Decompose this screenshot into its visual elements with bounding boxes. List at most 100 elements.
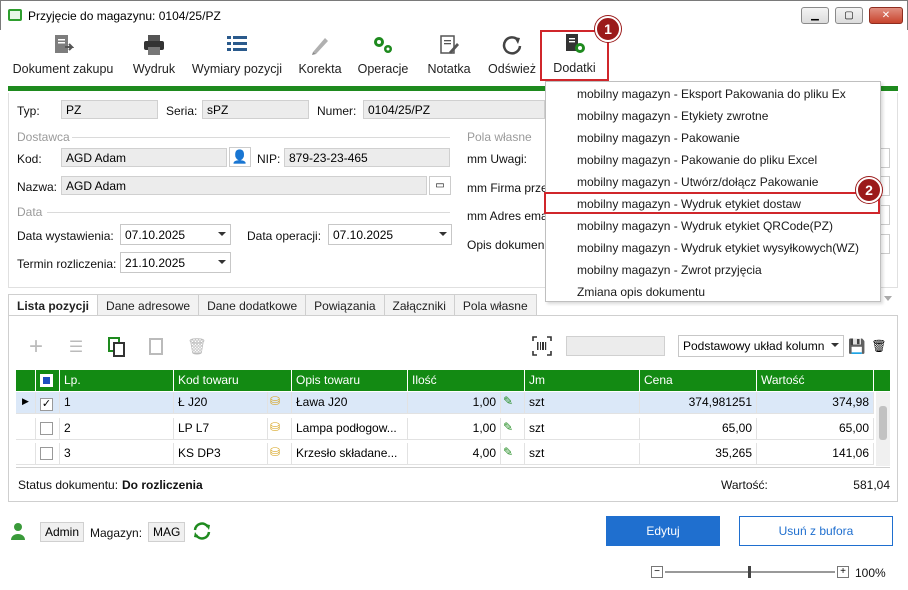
column-header-jm[interactable]: Jm xyxy=(525,370,640,391)
product-lookup-button[interactable]: ⛁ xyxy=(268,418,292,440)
menu-item[interactable]: mobilny magazyn - Wydruk etykiet QRCode(… xyxy=(546,215,880,237)
edit-quantity-button[interactable]: ✎ xyxy=(501,418,525,440)
addons-dropdown-menu: mobilny magazyn - Eksport Pakowania do p… xyxy=(544,81,881,303)
close-button[interactable]: ✕ xyxy=(869,7,903,24)
tabs-scroll-icon[interactable] xyxy=(884,296,892,301)
tab-zalaczniki[interactable]: Załączniki xyxy=(384,294,455,316)
minimize-icon: ▁ xyxy=(811,10,819,21)
cell-lp: 1 xyxy=(60,392,174,414)
toolbar-label: Operacje xyxy=(357,62,409,76)
switch-warehouse-button[interactable] xyxy=(191,520,213,542)
tab-pola-wlasne[interactable]: Pola własne xyxy=(454,294,537,316)
numer-label: Numer: xyxy=(317,104,357,118)
copy-icon xyxy=(108,337,125,357)
menu-item[interactable]: mobilny magazyn - Wydruk etykiet wysyłko… xyxy=(546,237,880,259)
menu-item[interactable]: mobilny magazyn - Eksport Pakowania do p… xyxy=(546,83,880,105)
menu-item[interactable]: Zmiana opis dokumentu xyxy=(546,281,880,303)
typ-field[interactable]: PZ xyxy=(61,100,158,119)
delete-row-button[interactable]: 🗑 xyxy=(186,336,208,358)
delete-layout-button[interactable]: 🗑 xyxy=(868,335,890,357)
minimize-button[interactable]: ▁ xyxy=(801,7,829,24)
cell-opis: Lampa podłogow... xyxy=(292,418,408,440)
row-pointer xyxy=(16,418,36,440)
window-title: Przyjęcie do magazynu: 0104/25/PZ xyxy=(28,9,221,23)
tab-dane-dodatkowe[interactable]: Dane dodatkowe xyxy=(199,294,307,316)
menu-item-wydruk-etykiet-dostaw[interactable]: mobilny magazyn - Wydruk etykiet dostaw xyxy=(544,192,880,214)
menu-item[interactable]: mobilny magazyn - Etykiety zwrotne xyxy=(546,105,880,127)
toolbar-label: Dodatki xyxy=(553,61,596,75)
cell-kod: KS DP3 xyxy=(174,443,268,465)
toolbar-odswiez[interactable]: Odśwież xyxy=(486,30,538,80)
tab-dane-adresowe[interactable]: Dane adresowe xyxy=(98,294,200,316)
remove-from-buffer-button[interactable]: Usuń z bufora xyxy=(739,516,893,546)
copy-row-button[interactable] xyxy=(106,336,128,358)
select-all-checkbox[interactable] xyxy=(36,370,60,391)
column-header-kod[interactable]: Kod towaru xyxy=(174,370,292,391)
column-layout-select[interactable]: Podstawowy układ kolumn xyxy=(678,335,844,357)
nip-field[interactable]: 879-23-23-465 xyxy=(284,148,450,167)
nazwa-field[interactable]: AGD Adam xyxy=(61,176,427,195)
toolbar-dokument-zakupu[interactable]: Dokument zakupu xyxy=(12,30,114,80)
table-row[interactable]: ▶ ✓ 1 Ł J20 ⛁ Ława J20 1,00 ✎ szt 374,98… xyxy=(16,392,874,414)
column-header-ilosc[interactable]: Ilość xyxy=(408,370,525,391)
edit-quantity-button[interactable]: ✎ xyxy=(501,392,525,414)
column-header-lp[interactable]: Lp. xyxy=(60,370,174,391)
column-header-opis[interactable]: Opis towaru xyxy=(292,370,408,391)
tab-powiazania[interactable]: Powiązania xyxy=(306,294,385,316)
zoom-out-button[interactable]: − xyxy=(651,566,663,578)
data-wystawienia-select[interactable]: 07.10.2025 xyxy=(120,224,231,245)
edit-quantity-button[interactable]: ✎ xyxy=(501,443,525,465)
save-layout-button[interactable]: 💾 xyxy=(846,335,868,357)
data-operacji-select[interactable]: 07.10.2025 xyxy=(328,224,452,245)
column-header-cena[interactable]: Cena xyxy=(640,370,757,391)
product-lookup-button[interactable]: ⛁ xyxy=(268,443,292,465)
chevron-down-icon xyxy=(218,260,226,264)
seria-field[interactable]: sPZ xyxy=(202,100,309,119)
gears-icon xyxy=(374,37,392,53)
row-checkbox[interactable]: ✓ xyxy=(36,392,60,414)
address-card-button[interactable]: ▭ xyxy=(429,176,451,195)
callout-badge-1: 1 xyxy=(595,16,621,42)
numer-field[interactable]: 0104/25/PZ xyxy=(363,100,545,119)
zoom-in-button[interactable]: + xyxy=(837,566,849,578)
row-checkbox[interactable] xyxy=(36,418,60,440)
toolbar-notatka[interactable]: Notatka xyxy=(422,30,476,80)
cell-wartosc: 374,98 xyxy=(757,392,874,414)
supplier-lookup-button[interactable]: 👤 xyxy=(229,147,251,167)
kod-field[interactable]: AGD Adam xyxy=(61,148,227,167)
refresh-icon xyxy=(502,36,522,55)
menu-item[interactable]: mobilny magazyn - Utwórz/dołącz Pakowani… xyxy=(546,171,880,193)
scan-input[interactable] xyxy=(566,336,665,356)
column-header-wartosc[interactable]: Wartość xyxy=(757,370,874,391)
custom-fields-section-title: Pola własne xyxy=(467,130,532,144)
tab-lista-pozycji[interactable]: Lista pozycji xyxy=(8,294,99,316)
toolbar-wydruk[interactable]: Wydruk xyxy=(128,30,180,80)
grid-scrollbar[interactable] xyxy=(876,392,890,466)
scrollbar-thumb[interactable] xyxy=(879,406,887,440)
paste-icon xyxy=(149,338,163,355)
maximize-button[interactable]: ▢ xyxy=(835,7,863,24)
barcode-scan-button[interactable] xyxy=(531,335,553,357)
zoom-slider-thumb[interactable] xyxy=(748,566,751,578)
table-row[interactable]: 3 KS DP3 ⛁ Krzesło składane... 4,00 ✎ sz… xyxy=(16,443,874,465)
data-wystawienia-label: Data wystawienia: xyxy=(17,229,114,243)
table-row[interactable]: 2 LP L7 ⛁ Lampa podłogow... 1,00 ✎ szt 6… xyxy=(16,418,874,440)
product-lookup-button[interactable]: ⛁ xyxy=(268,392,292,414)
row-checkbox[interactable] xyxy=(36,443,60,465)
toolbar-operacje[interactable]: Operacje xyxy=(356,30,410,80)
menu-item[interactable]: mobilny magazyn - Pakowanie xyxy=(546,127,880,149)
edit-icon: ✎ xyxy=(503,445,514,459)
menu-item[interactable]: mobilny magazyn - Zwrot przyjęcia xyxy=(546,259,880,281)
edit-button[interactable]: Edytuj xyxy=(606,516,720,546)
paste-row-button[interactable] xyxy=(146,336,168,358)
toolbar-korekta[interactable]: Korekta xyxy=(296,30,344,80)
cell-opis: Ława J20 xyxy=(292,392,408,414)
typ-label: Typ: xyxy=(17,104,40,118)
add-row-button[interactable]: + xyxy=(25,333,47,360)
termin-select[interactable]: 21.10.2025 xyxy=(120,252,231,273)
menu-item[interactable]: mobilny magazyn - Pakowanie do pliku Exc… xyxy=(546,149,880,171)
insert-row-button[interactable]: ☰ xyxy=(65,336,87,358)
toolbar-wymiary-pozycji[interactable]: Wymiary pozycji xyxy=(190,30,284,80)
product-icon: ⛁ xyxy=(270,394,281,408)
nazwa-label: Nazwa: xyxy=(17,180,58,194)
